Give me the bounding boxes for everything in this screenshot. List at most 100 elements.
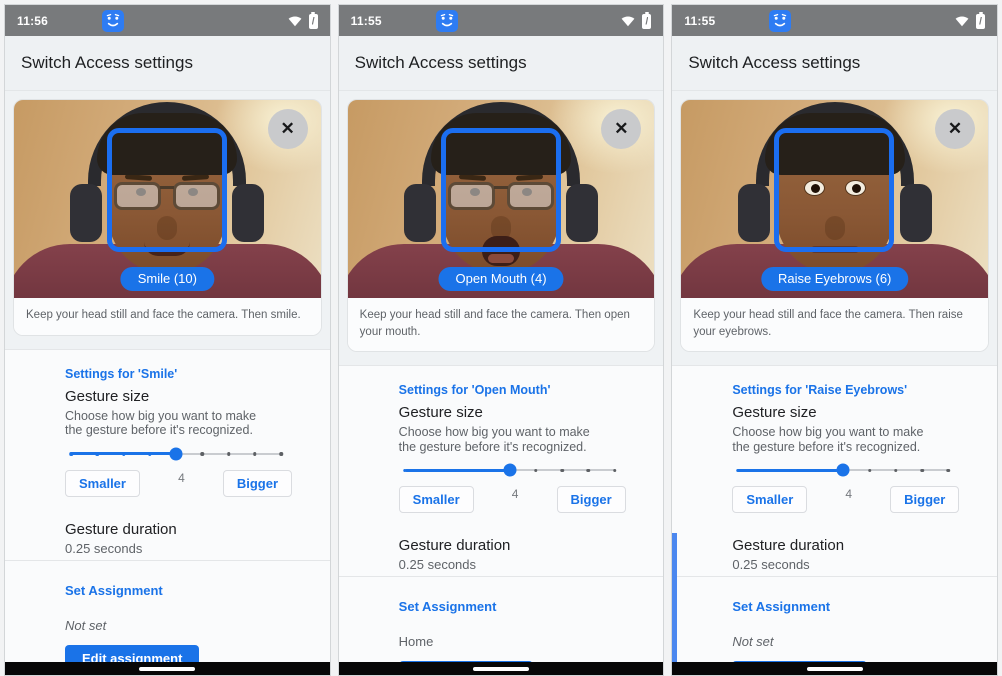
- gesture-duration-value: 0.25 seconds: [732, 557, 810, 573]
- slider-thumb[interactable]: [503, 463, 517, 477]
- camera-card: ✕ Smile (10) Keep your head still and fa…: [13, 99, 322, 336]
- slider-value: 4: [845, 487, 853, 502]
- panel-content: ✕ Open Mouth (4) Keep your head still an…: [338, 91, 664, 675]
- assignment-section: Set Assignment Not set Edit assignment: [5, 560, 330, 675]
- camera-card: ✕ Open Mouth (4) Keep your head still an…: [346, 99, 656, 353]
- headphone-cup: [566, 184, 599, 242]
- home-indicator[interactable]: [473, 666, 529, 671]
- gesture-duration-label: Gesture duration: [65, 520, 177, 538]
- settings-section-title: Settings for 'Open Mouth': [398, 383, 551, 398]
- set-assignment-label: Set Assignment: [65, 582, 163, 598]
- close-icon: ✕: [280, 119, 295, 138]
- assignment-section: Set Assignment Not set Edit assignment: [672, 577, 998, 675]
- assignment-value: Not set: [732, 634, 774, 650]
- close-icon: ✕: [614, 119, 629, 138]
- panel-content: ✕ Smile (10) Keep your head still and fa…: [5, 91, 330, 675]
- app-header: Switch Access settings: [672, 36, 998, 91]
- camera-card: ✕ Raise Eyebrows (6) Keep your head stil…: [680, 99, 990, 353]
- gesture-duration-label: Gesture duration: [398, 537, 511, 555]
- smaller-button[interactable]: Smaller: [732, 486, 808, 514]
- status-bar: 11:55: [338, 5, 664, 36]
- navigation-bar: [672, 662, 998, 675]
- headphone-cup: [404, 184, 436, 242]
- gesture-size-label: Gesture size: [65, 387, 150, 405]
- bigger-button[interactable]: Bigger: [890, 486, 960, 514]
- assignment-value: Home: [398, 634, 434, 650]
- headphone-cup: [70, 184, 103, 242]
- instruction-text: Keep your head still and face the camera…: [14, 298, 321, 335]
- assignment-section: Set Assignment Home Edit assignment: [338, 577, 664, 675]
- camera-preview: ✕ Smile (10): [14, 100, 321, 298]
- gesture-size-label: Gesture size: [732, 404, 817, 422]
- slider-value: 4: [178, 470, 185, 485]
- bigger-button[interactable]: Bigger: [222, 469, 292, 497]
- close-button[interactable]: ✕: [267, 109, 308, 149]
- switch-access-face-icon: [102, 9, 125, 32]
- instruction-text: Keep your head still and face the camera…: [681, 298, 989, 352]
- slider-thumb[interactable]: [836, 463, 850, 477]
- panel-content: ✕ Raise Eyebrows (6) Keep your head stil…: [672, 91, 998, 675]
- battery-icon: [976, 11, 986, 29]
- smaller-button[interactable]: Smaller: [65, 469, 140, 497]
- face-detection-box: [440, 128, 561, 252]
- status-time: 11:55: [684, 13, 716, 28]
- camera-preview: ✕ Open Mouth (4): [347, 100, 655, 298]
- gesture-size-label: Gesture size: [398, 404, 483, 422]
- app-header: Switch Access settings: [5, 36, 330, 91]
- status-time: 11:55: [350, 13, 382, 28]
- phone-screen-smile: 11:56 Switch Access settings ✕ Smile (10…: [4, 4, 331, 676]
- camera-preview: ✕ Raise Eyebrows (6): [681, 100, 989, 298]
- status-bar: 11:56: [5, 5, 330, 36]
- face-detection-box: [107, 128, 227, 252]
- bigger-button[interactable]: Bigger: [556, 486, 626, 514]
- gesture-duration-value: 0.25 seconds: [65, 540, 143, 556]
- battery-icon: [308, 11, 318, 29]
- gesture-settings-section: Settings for 'Raise Eyebrows' Gesture si…: [672, 365, 998, 578]
- gesture-duration-label: Gesture duration: [732, 537, 845, 555]
- face-detection-box: [774, 128, 895, 252]
- phone-screen-open-mouth: 11:55 Switch Access settings ✕ Open Mout…: [337, 4, 665, 676]
- gesture-size-description: Choose how big you want to make the gest…: [65, 408, 257, 438]
- gesture-size-slider[interactable]: [736, 462, 951, 482]
- phone-screen-raise-eyebrows: 11:55 Switch Access settings ✕ Raise Eye…: [671, 4, 999, 676]
- set-assignment-label: Set Assignment: [398, 599, 497, 615]
- status-time: 11:56: [17, 13, 49, 28]
- smaller-button[interactable]: Smaller: [398, 486, 474, 514]
- home-indicator[interactable]: [806, 666, 863, 671]
- assignment-value: Not set: [65, 617, 107, 633]
- switch-access-face-icon: [435, 9, 458, 32]
- headphone-cup: [232, 184, 265, 242]
- gesture-size-description: Choose how big you want to make the gest…: [398, 425, 590, 454]
- gesture-size-slider[interactable]: [69, 446, 283, 466]
- wifi-icon: [621, 14, 635, 27]
- slider-value: 4: [511, 487, 519, 502]
- gesture-size-description: Choose how big you want to make the gest…: [732, 425, 924, 454]
- page-title: Switch Access settings: [688, 53, 861, 72]
- switch-access-face-icon: [769, 9, 792, 32]
- gesture-settings-section: Settings for 'Smile' Gesture size Choose…: [5, 348, 330, 561]
- scrollbar[interactable]: [672, 533, 678, 666]
- page-title: Switch Access settings: [21, 53, 193, 72]
- gesture-pill: Smile (10): [120, 267, 214, 291]
- settings-section-title: Settings for 'Smile': [65, 366, 178, 381]
- settings-section-title: Settings for 'Raise Eyebrows': [732, 383, 908, 398]
- wifi-icon: [955, 14, 969, 27]
- gesture-pill: Open Mouth (4): [438, 267, 564, 291]
- headphone-cup: [737, 184, 770, 242]
- app-header: Switch Access settings: [338, 36, 664, 91]
- close-button[interactable]: ✕: [601, 109, 642, 149]
- home-indicator[interactable]: [139, 666, 196, 671]
- page-title: Switch Access settings: [354, 53, 527, 72]
- close-button[interactable]: ✕: [935, 109, 976, 149]
- battery-icon: [642, 11, 652, 29]
- wifi-icon: [288, 14, 302, 27]
- gesture-duration-value: 0.25 seconds: [398, 557, 477, 573]
- gesture-size-slider[interactable]: [402, 462, 617, 482]
- navigation-bar: [338, 662, 664, 675]
- close-icon: ✕: [947, 119, 963, 138]
- slider-thumb[interactable]: [169, 447, 183, 461]
- gesture-pill: Raise Eyebrows (6): [760, 267, 909, 291]
- navigation-bar: [5, 662, 330, 675]
- screenshot-collage: 11:56 Switch Access settings ✕ Smile (10…: [0, 0, 1002, 676]
- set-assignment-label: Set Assignment: [732, 599, 831, 615]
